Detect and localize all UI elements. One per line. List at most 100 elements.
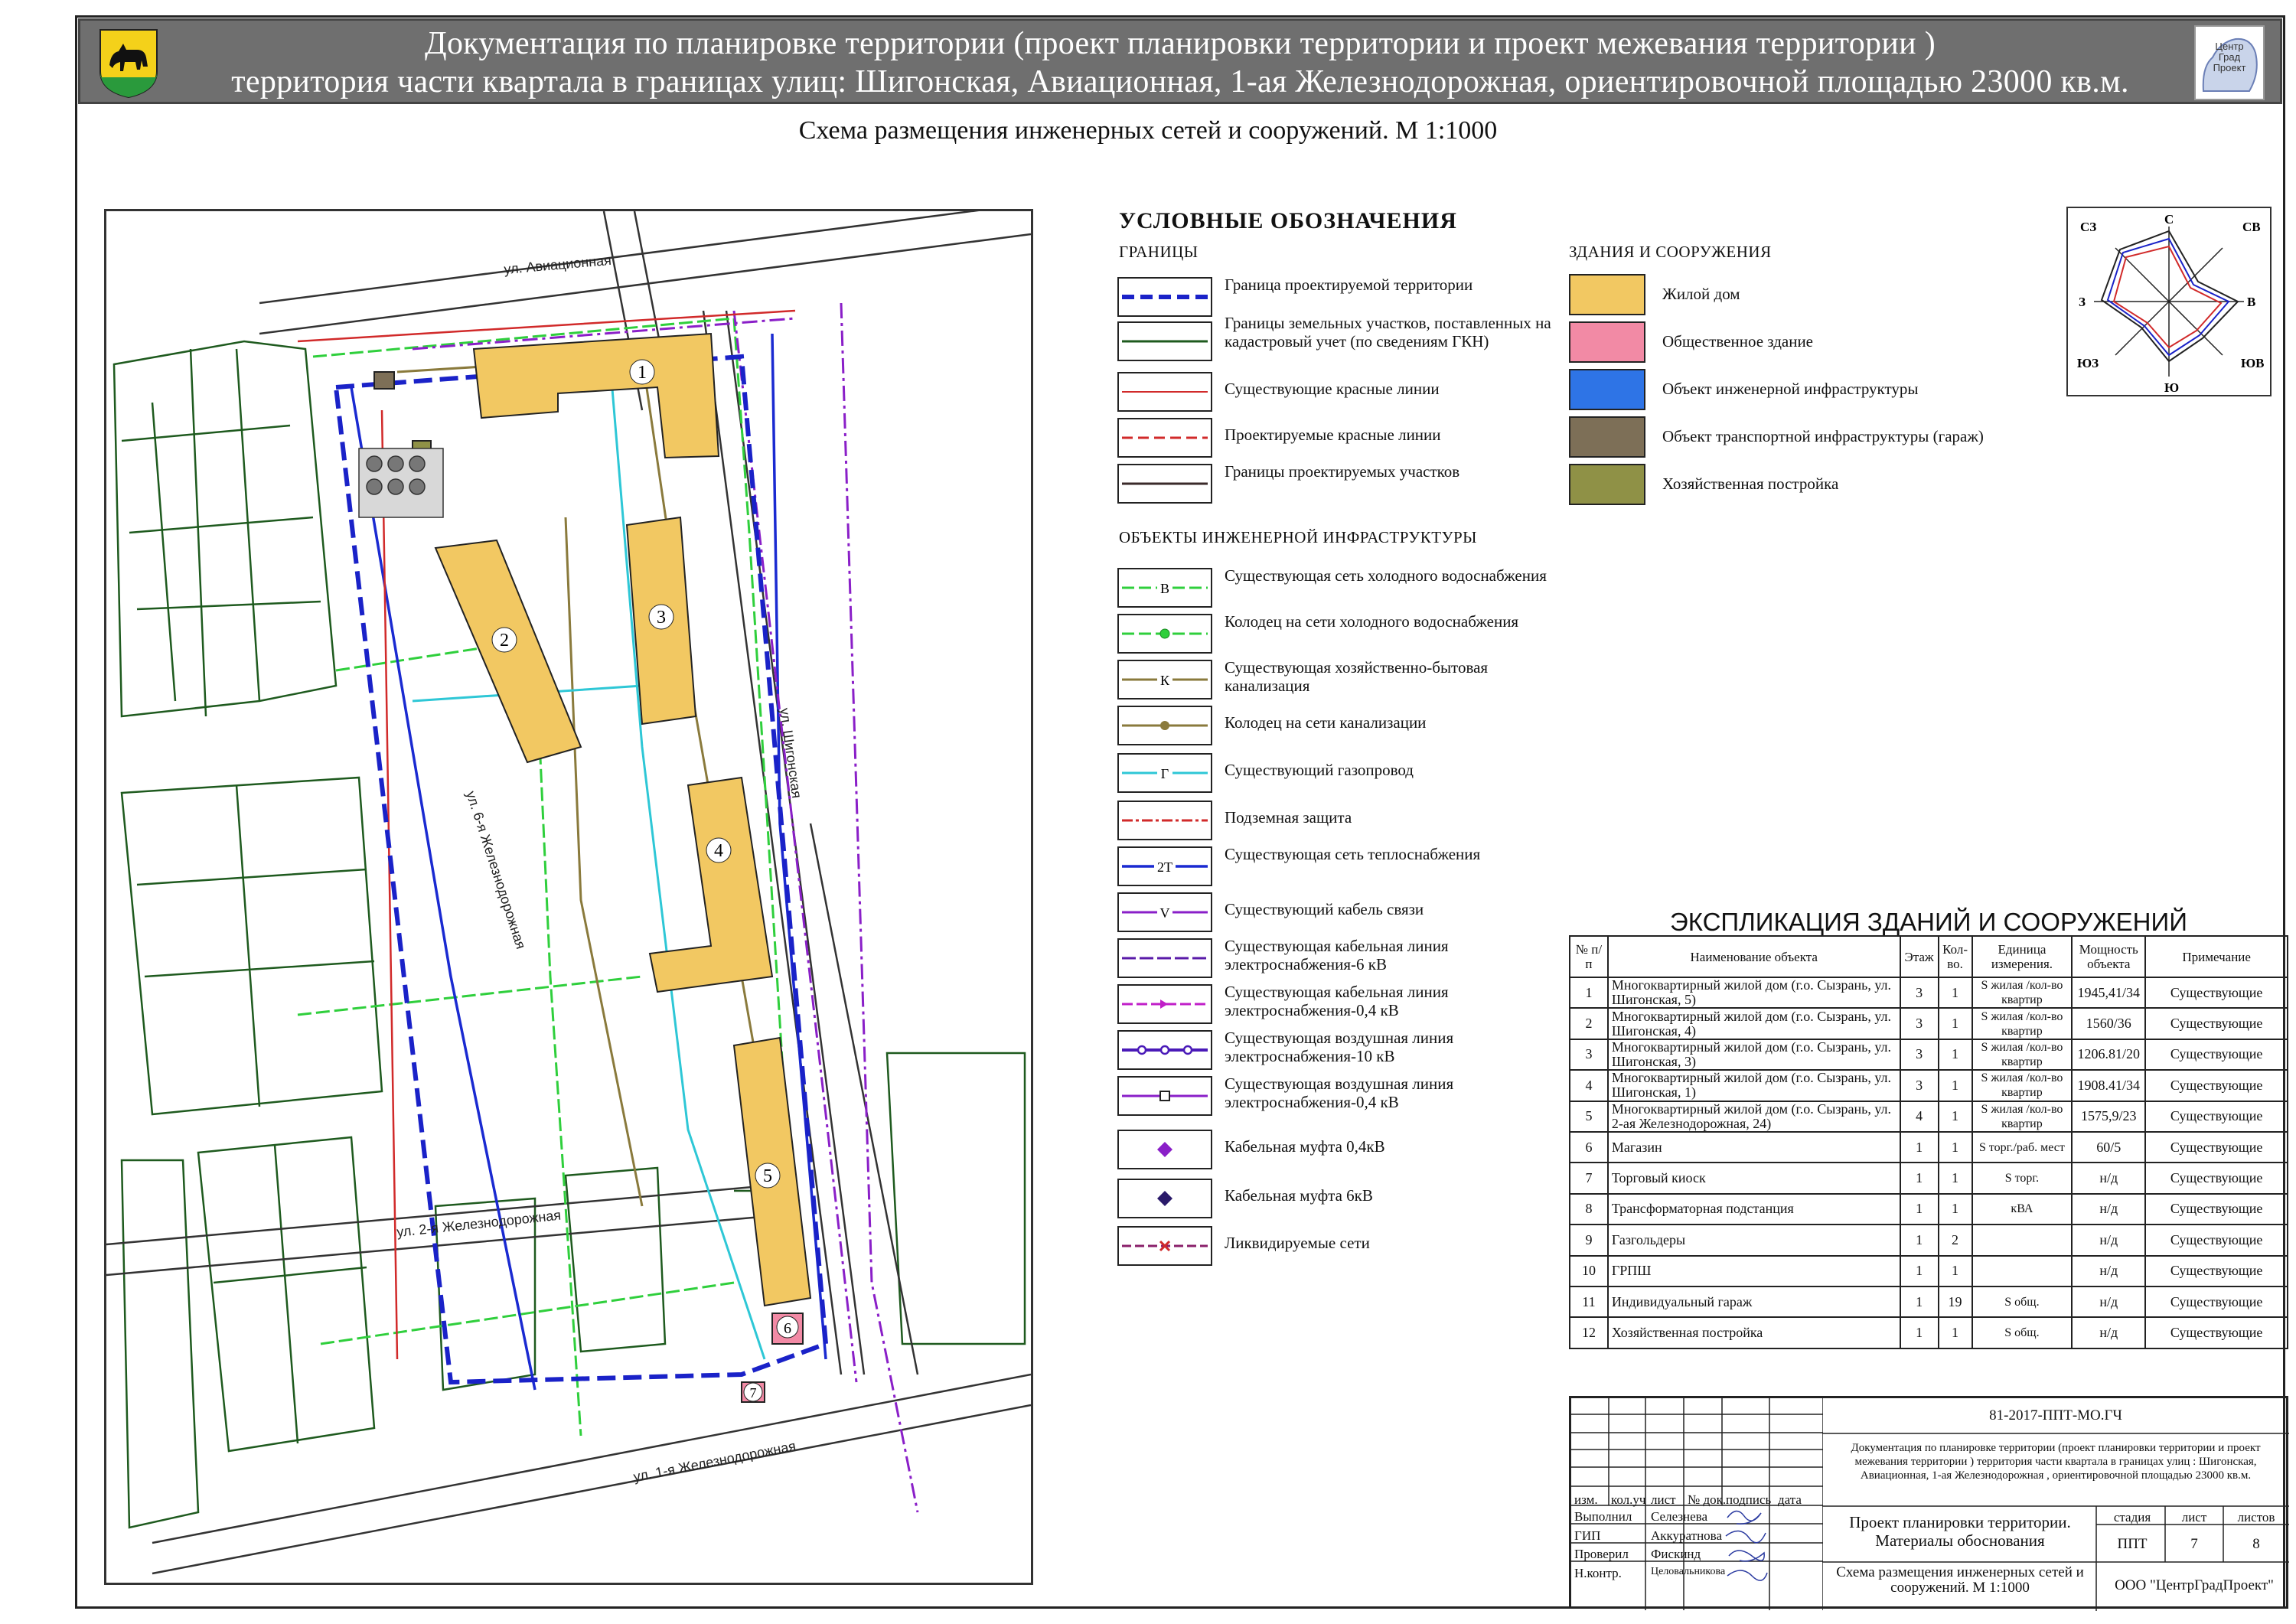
- table-header-row: № п/п Наименование объекта Этаж Кол-во. …: [1569, 935, 2288, 978]
- legend-label: Объект транспортной инфраструктуры (гара…: [1662, 427, 1984, 445]
- legend-item-garage: Объект транспортной инфраструктуры (гара…: [1569, 416, 2028, 458]
- cell-floors: 1: [1899, 1285, 1939, 1319]
- legend-label: Хозяйственная постройка: [1662, 474, 1839, 493]
- stamp-stage-value: ППТ: [2117, 1536, 2148, 1552]
- wind-rose: С СВ В ЮВ Ю ЮЗ З СЗ: [2066, 207, 2272, 396]
- compass-w: З: [2079, 295, 2086, 309]
- building-number-3: 3: [657, 608, 666, 628]
- stamp-col-doc: № док.: [1688, 1492, 1727, 1507]
- legend-code: Г: [1161, 766, 1169, 781]
- cell-note: Существующие: [2144, 1130, 2288, 1164]
- legend-boundaries-header: ГРАНИЦЫ: [1119, 243, 1199, 261]
- col-header-number: № п/п: [1569, 935, 1609, 978]
- cell-name: Индивидуальный гараж: [1606, 1285, 1901, 1319]
- legend-symbol: [1117, 1179, 1212, 1218]
- legend-symbol: [1117, 801, 1212, 840]
- stamp-name-2: Аккуратнова: [1651, 1528, 1723, 1543]
- cell-unit: S общ.: [1971, 1316, 2073, 1349]
- cell-number: 12: [1569, 1316, 1609, 1349]
- cell-note: Существующие: [2144, 1316, 2288, 1349]
- cell-count: 1: [1937, 1254, 1973, 1287]
- cell-number: 8: [1569, 1192, 1609, 1226]
- cell-name: Многоквартирный жилой дом (г.о. Сызрань,…: [1606, 1038, 1901, 1071]
- legend-label: Существующая воздушная линия электроснаб…: [1225, 1075, 1454, 1111]
- cell-name: Трансформаторная подстанция: [1606, 1192, 1901, 1226]
- table-row: 4 Многоквартирный жилой дом (г.о. Сызрань…: [1569, 1069, 2288, 1102]
- legend-buildings-header: ЗДАНИЯ И СООРУЖЕНИЯ: [1569, 243, 1772, 261]
- logo-word-2: Град: [2219, 51, 2241, 63]
- handwritten-signatures: [1725, 1510, 1768, 1581]
- cell-floors: 3: [1899, 1038, 1939, 1071]
- cell-number: 5: [1569, 1100, 1609, 1133]
- legend-code: 2Т: [1157, 859, 1172, 875]
- cell-name: Многоквартирный жилой дом (г.о. Сызрань,…: [1606, 1007, 1901, 1040]
- company-logo: Центр Град Проект: [2194, 25, 2265, 100]
- cell-count: 1: [1937, 1069, 1973, 1102]
- cell-number: 11: [1569, 1285, 1609, 1319]
- legend-label: Ликвидируемые сети: [1225, 1234, 1370, 1252]
- legend-code: К: [1160, 673, 1170, 688]
- cell-capacity: 1560/36: [2071, 1007, 2147, 1040]
- stamp-sheet-label: лист: [2181, 1510, 2207, 1525]
- table-row: 6 Магазин 1 1 S торг./раб. мест 60/5 Существую…: [1569, 1130, 2288, 1164]
- legend-symbol: [1117, 614, 1212, 654]
- title-block-stamp: изм. кол.уч лист № док. подпись дата Вып…: [1569, 1396, 2289, 1611]
- city-coat-of-arms-logo: [97, 27, 160, 99]
- cell-unit: S жилая /кол-во квартир: [1971, 1100, 2073, 1133]
- cell-name: Хозяйственная постройка: [1606, 1316, 1901, 1349]
- stamp-sheets-value: 8: [2252, 1536, 2260, 1552]
- legend-symbol: В: [1117, 568, 1212, 608]
- site-plan-map[interactable]: 1 2 3 4 5 6 7 ул. Авиационная ул. 6-я Же…: [104, 209, 1033, 1585]
- legend-label: Существующий кабель связи: [1225, 900, 1424, 918]
- cell-unit: [1971, 1224, 2073, 1257]
- legend-label: Существующая хозяйственно-бытовая канали…: [1225, 658, 1489, 695]
- cell-note: Существующие: [2144, 1254, 2288, 1287]
- legend-label: Кабельная муфта 0,4кВ: [1225, 1137, 1385, 1156]
- legend-label: Границы проектируемых участков: [1225, 462, 1460, 481]
- stamp-col-date: дата: [1778, 1492, 1802, 1507]
- cell-capacity: н/д: [2071, 1254, 2147, 1287]
- cell-floors: 1: [1899, 1316, 1939, 1349]
- logo-word-1: Центр: [2215, 41, 2243, 52]
- garage-block: [358, 448, 444, 518]
- cell-unit: S жилая /кол-во квартир: [1971, 976, 2073, 1009]
- cell-name: ГРПШ: [1606, 1254, 1901, 1287]
- col-header-unit: Единица измерения.: [1971, 935, 2073, 978]
- legend-symbol: [1117, 418, 1212, 458]
- legend-label: Жилой дом: [1662, 285, 1740, 303]
- stamp-col-sheet: лист: [1651, 1492, 1676, 1507]
- building-number-6: 6: [784, 1320, 791, 1337]
- cell-capacity: н/д: [2071, 1316, 2147, 1349]
- cell-note: Существующие: [2144, 1224, 2288, 1257]
- stamp-role-3: Проверил: [1574, 1547, 1629, 1561]
- legend-symbol: К: [1117, 660, 1212, 699]
- table-row: 12 Хозяйственная постройка 1 1 S общ. н/д Суще…: [1569, 1316, 2288, 1349]
- col-header-floors: Этаж: [1899, 935, 1939, 978]
- stamp-document-description: Документация по планировке территории (п…: [1851, 1442, 2261, 1482]
- cell-unit: S жилая /кол-во квартир: [1971, 1069, 2073, 1102]
- legend-swatch: [1569, 274, 1645, 315]
- cell-number: 4: [1569, 1069, 1609, 1102]
- legend-infra-header: ОБЪЕКТЫ ИНЖЕНЕРНОЙ ИНФРАСТРУКТУРЫ: [1119, 528, 1477, 546]
- col-header-note: Примечание: [2144, 935, 2288, 978]
- stamp-document-code: 81-2017-ППТ-МО.ГЧ: [1989, 1407, 2122, 1423]
- stamp-company: ООО "ЦентрГрадПроект": [2115, 1577, 2274, 1593]
- stamp-col-qty: кол.уч: [1611, 1492, 1646, 1507]
- cell-number: 2: [1569, 1007, 1609, 1040]
- legend-label: Общественное здание: [1662, 332, 1813, 351]
- cell-name: Газгольдеры: [1606, 1224, 1901, 1257]
- cell-capacity: н/д: [2071, 1162, 2147, 1195]
- compass-nw: СЗ: [2080, 220, 2096, 234]
- legend-label: Объект инженерной инфраструктуры: [1662, 380, 1919, 398]
- legend-label: Существующая кабельная линия электроснаб…: [1225, 937, 1449, 973]
- legend-symbol: [1117, 321, 1212, 361]
- street-label-shigonskaya: ул. Шигонская: [777, 707, 804, 799]
- legend-symbol: Г: [1117, 753, 1212, 793]
- legend-item-residential: Жилой дом: [1569, 274, 2028, 315]
- cell-count: 1: [1937, 1100, 1973, 1133]
- cell-number: 6: [1569, 1130, 1609, 1164]
- stamp-sheet-value: 7: [2190, 1536, 2198, 1552]
- stamp-name-4: Целовальникова: [1651, 1566, 1726, 1577]
- table-row: 5 Многоквартирный жилой дом (г.о. Сызрань…: [1569, 1100, 2288, 1133]
- legend-label: Существующий газопровод: [1225, 761, 1414, 779]
